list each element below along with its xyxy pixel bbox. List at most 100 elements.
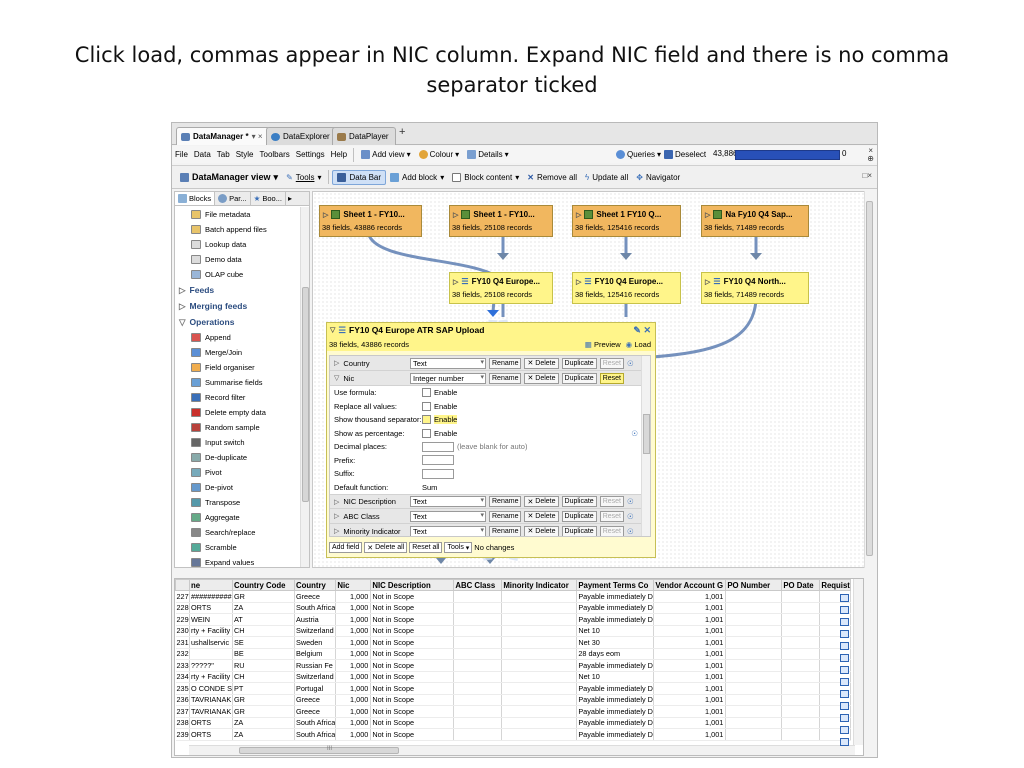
- field-row-abc-class[interactable]: ▷ABC Class Text Rename ✕ Delete Duplicat…: [330, 509, 650, 524]
- tools-menu[interactable]: ✎ Tools ▾: [282, 171, 325, 184]
- view-selector[interactable]: DataManager view ▾: [176, 170, 282, 185]
- open-record-icon[interactable]: [840, 606, 849, 614]
- column-header[interactable]: ABC Class: [453, 579, 503, 591]
- open-record-icon[interactable]: [840, 654, 849, 662]
- collapse-arrow-icon[interactable]: ▽: [330, 326, 335, 334]
- block-item-expand-values[interactable]: Expand values: [175, 555, 301, 567]
- deselect-button[interactable]: Deselect: [660, 150, 710, 159]
- collapse-arrow-icon[interactable]: ▽: [334, 374, 339, 382]
- field-type-select[interactable]: Integer number: [410, 372, 486, 384]
- update-all-button[interactable]: ϟ Update all: [581, 171, 632, 184]
- details-button[interactable]: Details ▾: [463, 150, 512, 159]
- block-item-input-switch[interactable]: Input switch: [175, 435, 301, 450]
- block-field-organiser-4[interactable]: ▷ ☰ FY10 Q4 North... 38 fields, 71489 reco…: [701, 272, 809, 304]
- tab-dataplayer[interactable]: DataPlayer: [332, 127, 396, 145]
- reset-button[interactable]: Reset: [599, 372, 624, 384]
- block-sheet-1[interactable]: ▷ Sheet 1 - FY10... 38 fields, 43886 reco…: [319, 205, 422, 237]
- delete-button[interactable]: ✕ Delete: [524, 510, 559, 522]
- rename-button[interactable]: Rename: [489, 372, 522, 384]
- field-row-country[interactable]: ▷Country Text Rename ✕ Delete Duplicate …: [330, 356, 650, 371]
- block-item-de-pivot[interactable]: De-pivot: [175, 480, 301, 495]
- column-header[interactable]: Payment Terms Co: [576, 579, 655, 591]
- block-item-delete-empty-data[interactable]: Delete empty data: [175, 405, 301, 420]
- menu-settings[interactable]: Settings: [293, 150, 328, 159]
- column-header[interactable]: Country: [293, 579, 337, 591]
- delete-button[interactable]: ✕ Delete: [524, 372, 559, 384]
- thousand-separator-checkbox[interactable]: [422, 415, 431, 425]
- expand-arrow-icon[interactable]: ▷: [334, 512, 339, 520]
- block-field-organiser-2[interactable]: ▷ ☰ FY10 Q4 Europe... 38 fields, 25108 rec…: [449, 272, 553, 304]
- open-record-icon[interactable]: [840, 642, 849, 650]
- table-row[interactable]: 234 rty + Facility CH Switzerland 1,000 Not i…: [175, 671, 851, 683]
- rename-button[interactable]: Rename: [489, 357, 522, 369]
- grid-vertical-scrollbar[interactable]: [853, 579, 863, 745]
- reset-button[interactable]: Reset: [599, 357, 624, 369]
- field-row-nic[interactable]: ▽Nic Integer number Rename ✕ Delete Dupl…: [330, 371, 650, 386]
- block-item-lookup-data[interactable]: Lookup data: [175, 237, 301, 252]
- expand-arrow-icon[interactable]: ▽: [179, 317, 186, 328]
- column-header[interactable]: ne: [189, 579, 233, 591]
- block-item-random-sample[interactable]: Random sample: [175, 420, 301, 435]
- block-item-de-duplicate[interactable]: De-duplicate: [175, 450, 301, 465]
- duplicate-button[interactable]: Duplicate: [561, 372, 597, 384]
- table-row[interactable]: 228 ORTS ZA South Africa 1,000 Not in Scope Pa…: [175, 602, 851, 614]
- block-item-transpose[interactable]: Transpose: [175, 495, 301, 510]
- group-merging-feeds[interactable]: ▷ Merging feeds: [175, 298, 301, 314]
- window-controls[interactable]: × ⊕: [867, 147, 874, 163]
- block-sheet-4[interactable]: ▷ Na Fy10 Q4 Sap... 38 fields, 71489 reco…: [701, 205, 809, 237]
- preview-button[interactable]: ▦ Preview: [585, 340, 621, 349]
- block-sheet-3[interactable]: ▷ Sheet 1 FY10 Q... 38 fields, 125416 rec…: [572, 205, 681, 237]
- menu-style[interactable]: Style: [233, 150, 257, 159]
- expand-arrow-icon[interactable]: ▷: [334, 359, 339, 367]
- menu-tab[interactable]: Tab: [214, 150, 233, 159]
- block-item-summarise-fields[interactable]: Summarise fields: [175, 375, 301, 390]
- block-item-scramble[interactable]: Scramble: [175, 540, 301, 555]
- grid-horizontal-scrollbar[interactable]: III: [189, 745, 855, 755]
- menu-toolbars[interactable]: Toolbars: [257, 150, 293, 159]
- prefix-input[interactable]: [422, 455, 454, 466]
- tab-bookmarks[interactable]: ★ Boo...: [251, 192, 286, 205]
- delete-all-button[interactable]: ✕ Delete all: [364, 542, 408, 553]
- open-record-icon[interactable]: [840, 678, 849, 686]
- open-record-icon[interactable]: [840, 714, 849, 722]
- group-feeds[interactable]: ▷ Feeds: [175, 282, 301, 298]
- queries-button[interactable]: Queries ▾: [612, 150, 665, 159]
- block-item-demo-data[interactable]: Demo data: [175, 252, 301, 267]
- reset-all-button[interactable]: Reset all: [409, 542, 443, 553]
- menu-file[interactable]: File: [172, 150, 191, 159]
- data-grid[interactable]: ne Country Code Country Nic NIC Description A…: [174, 578, 864, 756]
- tools-dropdown[interactable]: Tools ▾: [444, 542, 473, 553]
- delete-button[interactable]: ✕ Delete: [524, 496, 559, 507]
- table-row[interactable]: 238 ORTS ZA South Africa 1,000 Not in Scope Pa…: [175, 717, 851, 729]
- tab-blocks[interactable]: Blocks: [175, 192, 216, 205]
- reset-button[interactable]: Reset: [599, 510, 624, 522]
- field-type-select[interactable]: Text: [410, 525, 486, 536]
- field-row-minority-indicator[interactable]: ▷Minority Indicator Text Rename ✕ Delete…: [330, 524, 650, 536]
- menu-help[interactable]: Help: [328, 150, 350, 159]
- duplicate-button[interactable]: Duplicate: [561, 510, 597, 522]
- block-item-file-metadata[interactable]: File metadata: [175, 207, 301, 222]
- blocks-panel-scrollbar[interactable]: [300, 207, 309, 567]
- column-header[interactable]: Vendor Account G: [653, 579, 727, 591]
- table-row[interactable]: 229 WEIN AT Austria 1,000 Not in Scope Payable…: [175, 613, 851, 626]
- block-item-batch-append-files[interactable]: Batch append files: [175, 222, 301, 237]
- tab-datamanager[interactable]: DataManager * ▾ ×: [176, 127, 270, 145]
- rename-button[interactable]: Rename: [489, 496, 522, 507]
- table-row[interactable]: 239 ORTS ZA South Africa 1,000 Not in Scope Pa…: [175, 728, 851, 741]
- table-row[interactable]: 230 rty + Facility CH Switzerland 1,000 Not i…: [175, 625, 851, 637]
- formula-icon[interactable]: ☉: [627, 512, 634, 521]
- expand-arrow-icon[interactable]: ▷: [179, 285, 186, 296]
- expand-arrow-icon[interactable]: ▷: [334, 527, 339, 535]
- rename-button[interactable]: Rename: [489, 510, 522, 522]
- rename-button[interactable]: Rename: [489, 525, 522, 536]
- decimal-places-input[interactable]: [422, 441, 454, 452]
- group-operations[interactable]: ▽ Operations: [175, 314, 301, 330]
- default-function-select[interactable]: Sum: [422, 483, 608, 492]
- tab-menu-close-icon[interactable]: ▾ ×: [252, 132, 263, 141]
- load-button[interactable]: ◉ Load: [626, 340, 651, 349]
- block-item-olap-cube[interactable]: OLAP cube: [175, 267, 301, 282]
- scrollbar-thumb[interactable]: [866, 201, 873, 556]
- data-bar-toggle[interactable]: Data Bar: [332, 169, 387, 185]
- formula-icon[interactable]: ☉: [631, 429, 638, 438]
- open-record-icon[interactable]: [840, 594, 849, 602]
